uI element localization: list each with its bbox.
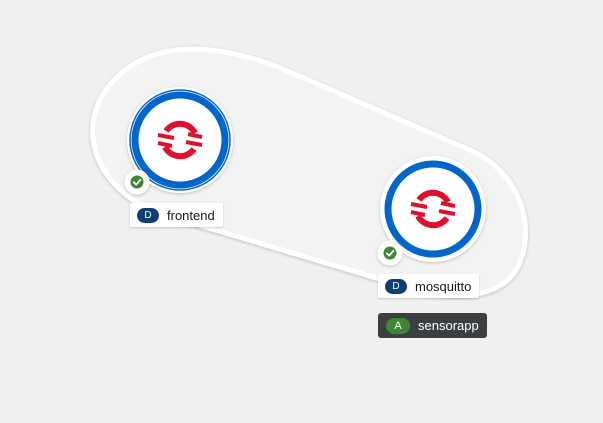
application-group-label[interactable]: A sensorapp	[378, 313, 487, 338]
application-badge: A	[386, 317, 410, 334]
topology-canvas[interactable]	[0, 0, 603, 423]
deployment-badge: D	[137, 207, 159, 223]
node-name: frontend	[167, 207, 215, 223]
application-name: sensorapp	[418, 318, 479, 333]
node-label-frontend[interactable]: D frontend	[130, 203, 223, 227]
status-check-icon-mosquitto	[377, 240, 403, 266]
node-name: mosquitto	[415, 278, 472, 294]
deployment-badge: D	[385, 278, 407, 294]
node-label-mosquitto[interactable]: D mosquitto	[378, 274, 480, 298]
status-check-icon-frontend	[124, 169, 150, 195]
